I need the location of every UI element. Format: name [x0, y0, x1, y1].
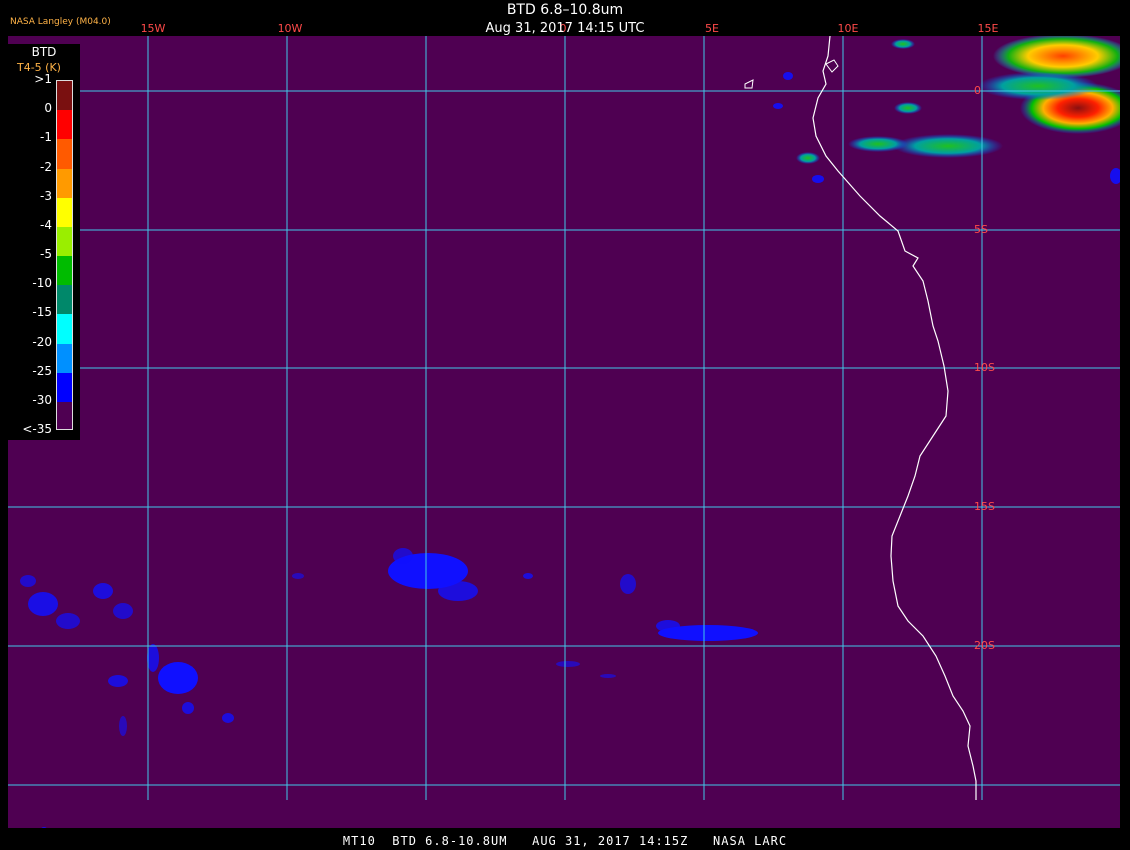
legend-swatch [57, 110, 72, 140]
legend-swatch [57, 372, 72, 403]
legend-swatch [57, 197, 72, 228]
legend-tick-label: >1 [34, 72, 52, 86]
cloud-band-east [978, 72, 1098, 100]
lat-label-0: 0 [974, 84, 981, 97]
legend-tick-label: -5 [40, 247, 52, 261]
color-legend: BTD T4-5 (K) >1 0 -1 -2 -3 -4 -5 -10 -15 -20 -25 -3… [8, 44, 80, 440]
timestamp: Aug 31, 2017 14:15 UTC [485, 21, 645, 36]
legend-tick-label: -20 [32, 334, 52, 349]
legend-tick-label: -3 [40, 188, 52, 203]
legend-swatch [57, 226, 72, 257]
legend-swatch [57, 139, 72, 169]
product-title: BTD 6.8–10.8um [506, 2, 624, 18]
lat-label-5s: 5S [974, 223, 988, 236]
cloud-patch-north [891, 39, 915, 49]
legend-tick-label: -4 [40, 217, 52, 232]
coast-inlet [825, 59, 839, 73]
legend-tick-label: -2 [40, 159, 52, 174]
cloud-patch-west [796, 152, 820, 164]
legend-swatch [57, 81, 72, 111]
legend-title: BTD [31, 45, 57, 59]
lat-label-15s: 15S [974, 500, 995, 513]
satellite-image[interactable] [8, 36, 1120, 828]
legend-tick-label: -30 [32, 392, 52, 407]
legend-swatch [57, 285, 72, 315]
map-overlay [8, 36, 1120, 828]
storm-core-north [993, 36, 1120, 78]
lat-label-10s: 10S [974, 361, 995, 374]
legend-swatch [57, 401, 72, 429]
cloud-band-mid [848, 136, 908, 152]
lat-label-20s: 20S [974, 639, 995, 652]
legend-swatch [57, 168, 72, 199]
cloud-band-coast [893, 134, 1003, 158]
legend-swatch [57, 343, 72, 374]
legend-tick-label: -15 [32, 305, 52, 320]
producer-label: NASA Langley (M04.0) [10, 17, 111, 27]
cloud-patch-small [894, 102, 922, 114]
legend-swatch [57, 314, 72, 344]
legend-swatch [57, 256, 72, 286]
footer-caption: MT10 BTD 6.8-10.8UM AUG 31, 2017 14:15Z … [342, 834, 788, 848]
legend-tick-label: 0 [44, 101, 52, 116]
legend-tick-label: -1 [40, 130, 52, 145]
legend-tick-label: <-35 [22, 422, 52, 436]
island-outline [744, 79, 754, 89]
low-clouds [20, 72, 1120, 828]
legend-tick-label: -25 [32, 363, 52, 378]
legend-colorbar [56, 80, 73, 430]
legend-tick-label: -10 [32, 276, 52, 291]
